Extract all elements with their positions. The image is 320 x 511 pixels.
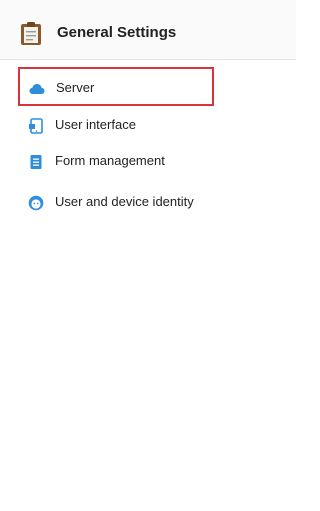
menu-item-label: Form management	[55, 153, 165, 168]
menu-item-server[interactable]: Server	[18, 67, 214, 106]
document-icon	[28, 154, 44, 170]
menu-item-label: User interface	[55, 117, 136, 132]
tablet-icon	[28, 118, 44, 134]
menu-item-label: Server	[56, 80, 95, 95]
clipboard-icon	[20, 21, 42, 45]
app-bar: General Settings	[0, 0, 296, 60]
page-title: General Settings	[57, 24, 177, 41]
face-icon	[28, 195, 44, 211]
menu-item-label: User and device identity	[55, 194, 194, 209]
cloud-icon	[29, 81, 45, 97]
menu-item-form-management[interactable]: Form management	[18, 146, 288, 178]
menu-item-user-and-device-identity[interactable]: User and device identity	[18, 187, 288, 219]
menu-item-user-interface[interactable]: User interface	[18, 110, 288, 142]
